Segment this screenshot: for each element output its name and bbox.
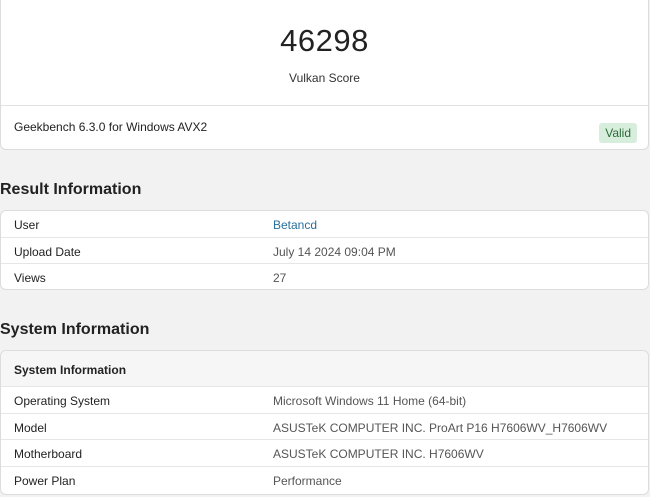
vulkan-score-label: Vulkan Score — [289, 71, 360, 85]
row-label: Model — [14, 420, 47, 435]
table-row-upload-date: Upload Date July 14 2024 09:04 PM — [1, 238, 648, 264]
version-row: Geekbench 6.3.0 for Windows AVX2 Valid — [1, 106, 648, 149]
geekbench-version: Geekbench 6.3.0 for Windows AVX2 — [14, 120, 208, 134]
score-panel: 46298 Vulkan Score — [1, 0, 648, 106]
row-label: Motherboard — [14, 447, 83, 461]
table-row-motherboard: Motherboard ASUSTeK COMPUTER INC. H7606W… — [1, 440, 648, 467]
score-card: 46298 Vulkan Score Geekbench 6.3.0 for W… — [0, 0, 649, 150]
system-information-heading: System Information — [0, 321, 150, 338]
table-row-views: Views 27 — [1, 264, 648, 289]
row-value: July 14 2024 09:04 PM — [273, 244, 396, 259]
table-row-model: Model ASUSTeK COMPUTER INC. ProArt P16 H… — [1, 414, 648, 440]
vulkan-score-value: 46298 — [280, 23, 369, 58]
user-link[interactable]: Betancd — [273, 218, 317, 232]
row-value: Microsoft Windows 11 Home (64-bit) — [273, 394, 467, 408]
table-header: System Information — [1, 351, 648, 387]
row-value: ASUSTeK COMPUTER INC. ProArt P16 H7606WV… — [273, 420, 608, 435]
system-information-table: System Information Operating System Micr… — [0, 350, 649, 495]
row-value: 27 — [273, 271, 287, 285]
table-row-operating-system: Operating System Microsoft Windows 11 Ho… — [1, 387, 648, 414]
row-label: Operating System — [14, 394, 111, 408]
row-label: Upload Date — [14, 244, 81, 259]
row-label: Power Plan — [14, 473, 76, 488]
row-value: ASUSTeK COMPUTER INC. H7606WV — [273, 447, 484, 461]
row-value: Performance — [273, 473, 342, 488]
table-header-label: System Information — [14, 363, 127, 377]
valid-badge: Valid — [599, 123, 637, 143]
result-information-table: User Betancd Upload Date July 14 2024 09… — [0, 210, 649, 290]
table-row-power-plan: Power Plan Performance — [1, 467, 648, 494]
table-row-user: User Betancd — [1, 211, 648, 238]
row-label: User — [14, 218, 40, 232]
row-label: Views — [14, 271, 46, 285]
result-information-heading: Result Information — [0, 181, 142, 198]
